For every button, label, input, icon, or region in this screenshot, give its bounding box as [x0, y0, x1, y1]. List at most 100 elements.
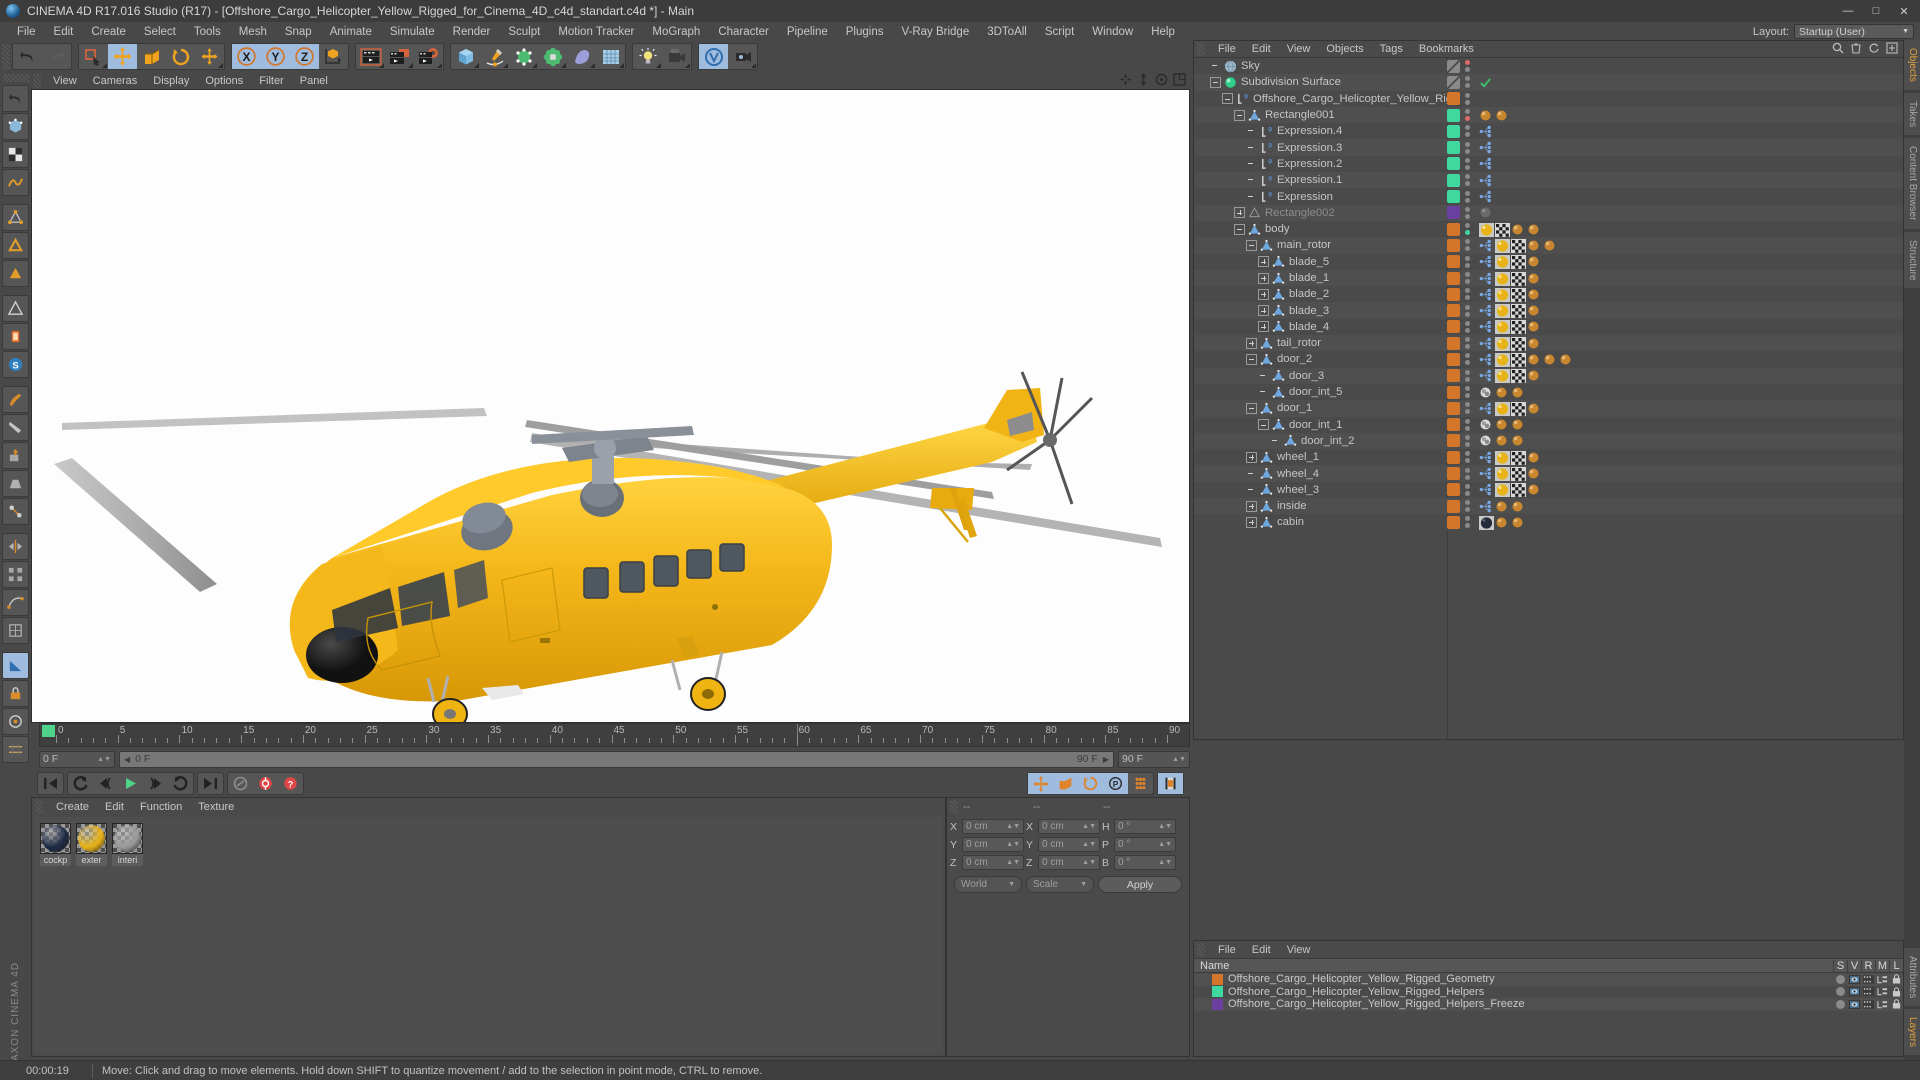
tag-material-icon[interactable] [1527, 320, 1540, 333]
object-tree-row[interactable]: Subdivision Surface [1194, 74, 1903, 91]
extrude-tool-button[interactable] [2, 442, 29, 469]
layer-color-swatch[interactable] [1212, 986, 1223, 998]
tag-protect-icon[interactable] [1479, 434, 1492, 447]
layer-visible-toggle[interactable] [1847, 987, 1861, 997]
timeline-ruler[interactable]: 0 5 10 15 20 25 30 35 40 45 50 55 60 65 70 75 80 85 90 [39, 723, 1190, 747]
material-item[interactable]: interi [112, 823, 143, 1047]
spline-tool-button[interactable] [2, 589, 29, 616]
snap-button[interactable]: S [2, 351, 29, 378]
timeline-current-marker[interactable] [42, 725, 55, 737]
spinner-icon[interactable]: ▲▼ [1006, 841, 1020, 848]
right-tab-attributes[interactable]: Attributes [1904, 947, 1920, 1006]
layer-solo-toggle[interactable] [1833, 987, 1847, 997]
tree-twirl-toggle[interactable] [1258, 288, 1269, 300]
texture-mode-button[interactable] [2, 169, 29, 196]
layer-menu-file[interactable]: File [1210, 944, 1244, 956]
model-mode-button[interactable] [2, 141, 29, 168]
object-visibility-dots[interactable] [1463, 500, 1472, 513]
move-view-icon[interactable] [1119, 72, 1132, 89]
menu-snap[interactable]: Snap [276, 26, 321, 38]
object-visibility-dots[interactable] [1463, 272, 1472, 284]
tag-material-dark-icon[interactable] [1479, 515, 1494, 530]
menu-pipeline[interactable]: Pipeline [778, 26, 837, 38]
maximize-view-icon[interactable] [1173, 72, 1186, 89]
add-deformer-button[interactable] [538, 44, 567, 69]
trash-icon[interactable] [1850, 42, 1862, 57]
object-visibility-dots[interactable] [1463, 369, 1472, 382]
object-tree-row[interactable]: blade_5 [1194, 254, 1903, 270]
record-keyframe-button[interactable] [253, 773, 278, 794]
object-tree-row[interactable]: Sky [1194, 58, 1903, 74]
object-layer-color-swatch[interactable] [1447, 287, 1460, 301]
object-layer-color-swatch[interactable] [1447, 173, 1460, 187]
lock-y-axis-button[interactable]: Y [261, 44, 290, 69]
object-layer-color-swatch[interactable] [1447, 271, 1460, 285]
transform-tool[interactable] [195, 44, 224, 69]
menu-create[interactable]: Create [82, 26, 135, 38]
measure-tool-button[interactable] [2, 295, 29, 322]
layer-color-swatch[interactable] [1212, 998, 1223, 1010]
tag-material-icon[interactable] [1543, 353, 1556, 366]
tag-xpresso-icon[interactable] [1479, 174, 1492, 187]
object-layer-color-swatch[interactable] [1447, 141, 1460, 155]
tag-checker-icon[interactable] [1511, 352, 1526, 367]
viewport-canvas[interactable] [31, 89, 1190, 723]
tag-xpresso-icon[interactable] [1479, 483, 1492, 496]
tag-checker-icon[interactable] [1511, 401, 1526, 416]
spinner-icon[interactable]: ▲▼ [97, 756, 111, 763]
object-visibility-dots[interactable] [1463, 516, 1472, 529]
menu-mesh[interactable]: Mesh [230, 26, 276, 38]
spinner-icon[interactable]: ▲▼ [1082, 823, 1096, 830]
material-manager-grip[interactable] [35, 799, 43, 814]
object-tree-row[interactable]: body [1194, 221, 1903, 237]
material-swatch[interactable] [76, 823, 107, 854]
object-tree-row[interactable]: blade_1 [1194, 269, 1903, 287]
layer-visible-toggle[interactable] [1847, 999, 1861, 1009]
object-visibility-dots[interactable] [1463, 402, 1472, 415]
polygons-mode-button[interactable] [2, 260, 29, 287]
spinner-icon-2[interactable]: ▲▼ [1172, 756, 1186, 763]
tree-twirl-toggle[interactable] [1258, 272, 1269, 284]
object-layer-color-swatch[interactable] [1447, 75, 1460, 89]
autokey-button[interactable] [228, 773, 253, 794]
viewport-grip[interactable] [33, 73, 41, 88]
menu-animate[interactable]: Animate [321, 26, 381, 38]
object-layer-color-swatch[interactable] [1447, 450, 1460, 464]
tag-xpresso-icon[interactable] [1479, 272, 1492, 285]
tag-material-icon[interactable] [1495, 418, 1508, 431]
menu-script[interactable]: Script [1036, 26, 1083, 38]
size-x-input[interactable]: 0 cm ▲▼ [1038, 819, 1100, 834]
tag-material-icon[interactable] [1543, 239, 1556, 252]
go-to-start-button[interactable] [38, 773, 63, 794]
move-tool[interactable] [108, 44, 137, 69]
object-visibility-dots[interactable] [1463, 418, 1472, 431]
tree-twirl-toggle[interactable] [1246, 402, 1257, 414]
rot-h-input[interactable]: 0 ° ▲▼ [1114, 819, 1176, 834]
bevel-tool-button[interactable] [2, 470, 29, 497]
refresh-icon[interactable] [1868, 42, 1880, 57]
tag-checker-icon[interactable] [1511, 467, 1526, 482]
object-layer-color-swatch[interactable] [1447, 238, 1460, 252]
object-layer-color-swatch[interactable] [1447, 369, 1460, 383]
add-primitive-cube-button[interactable] [451, 44, 480, 69]
tag-material-yellow-icon[interactable] [1495, 483, 1510, 498]
menu-plugins[interactable]: Plugins [837, 26, 893, 38]
layer-column-s[interactable]: S [1833, 959, 1847, 972]
object-tree-row[interactable]: door_1 [1194, 400, 1903, 417]
object-manager-grip[interactable] [1197, 42, 1205, 56]
spinner-icon[interactable]: ▲▼ [1006, 823, 1020, 830]
object-layer-color-swatch[interactable] [1447, 499, 1460, 513]
tag-material-icon[interactable] [1495, 109, 1508, 122]
right-tab-takes[interactable]: Takes [1904, 92, 1920, 136]
tag-material-yellow-icon[interactable] [1495, 336, 1510, 351]
object-tree-row[interactable]: wheel_1 [1194, 449, 1903, 465]
object-tree-row[interactable]: main_rotor [1194, 237, 1903, 254]
spinner-icon[interactable]: ▲▼ [1082, 841, 1096, 848]
object-layer-color-swatch[interactable] [1447, 124, 1460, 138]
lock-z-axis-button[interactable]: Z [290, 44, 319, 69]
layer-render-toggle[interactable] [1861, 987, 1875, 997]
tag-xpresso-icon[interactable] [1479, 337, 1492, 350]
tag-material-icon[interactable] [1511, 516, 1524, 529]
toolbar-grip[interactable] [2, 43, 10, 70]
layer-row[interactable]: Offshore_Cargo_Helicopter_Yellow_Rigged_… [1194, 973, 1903, 986]
